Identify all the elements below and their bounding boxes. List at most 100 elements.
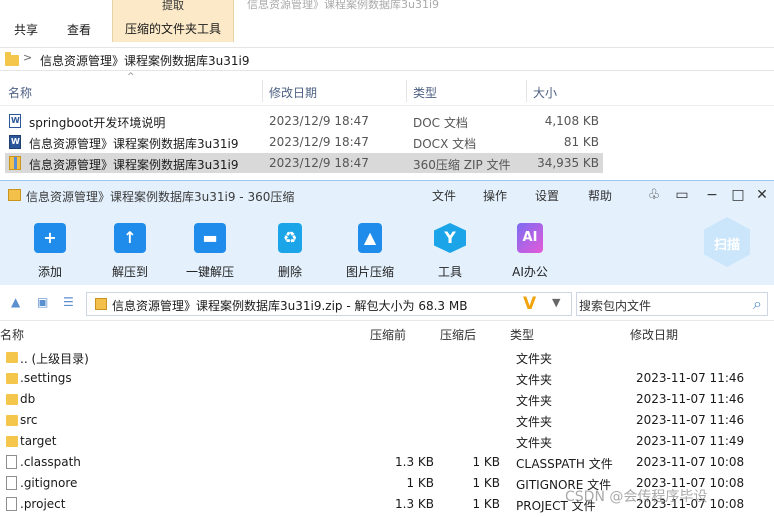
- col-modified[interactable]: 修改日期: [630, 326, 678, 343]
- item-modified: 2023-11-07 11:46: [636, 392, 745, 406]
- minimize-icon[interactable]: −: [703, 186, 721, 204]
- item-name: target: [20, 434, 57, 448]
- chevron-down-icon[interactable]: ▼: [552, 296, 560, 309]
- image-compress-button[interactable]: ▲ 图片压缩: [335, 215, 405, 281]
- extract-caption: 提取: [162, 0, 184, 12]
- tools-button[interactable]: Y 工具: [415, 215, 485, 281]
- skin-icon[interactable]: ♧: [645, 186, 663, 204]
- tools-label: 工具: [437, 265, 462, 279]
- item-type: 文件夹: [516, 415, 553, 429]
- zip-icon: [95, 298, 107, 310]
- file-type: 360压缩 ZIP 文件: [413, 158, 511, 172]
- explorer-ribbon: 共享 查看 提取 压缩的文件夹工具 信息资源管理》课程案例数据库3u31i9: [0, 0, 774, 42]
- file-name: 信息资源管理》课程案例数据库3u31i9: [29, 158, 239, 172]
- folder-row[interactable]: target 文件夹 2023-11-07 11:49: [0, 431, 774, 452]
- col-type[interactable]: 类型: [510, 326, 534, 343]
- zip-column-header: 名称 压缩前 压缩后 类型 修改日期: [0, 323, 774, 345]
- add-button[interactable]: + 添加: [15, 215, 85, 281]
- docx-icon: [9, 135, 21, 149]
- item-name: db: [20, 392, 36, 406]
- zip-window: 信息资源管理》课程案例数据库3u31i9 - 360压缩 文件 操作 设置 帮助…: [0, 180, 774, 517]
- maximize-icon[interactable]: □: [729, 186, 747, 204]
- menu-file[interactable]: 文件: [432, 187, 456, 204]
- col-modified[interactable]: 修改日期: [269, 84, 317, 101]
- close-icon[interactable]: ✕: [753, 186, 771, 204]
- extract-to-icon: ↑: [114, 223, 146, 253]
- col-size[interactable]: 大小: [533, 84, 557, 101]
- folder-row[interactable]: src 文件夹 2023-11-07 11:46: [0, 410, 774, 431]
- ai-office-button[interactable]: AI AI办公: [495, 215, 565, 281]
- add-icon: +: [34, 223, 66, 253]
- folder-row[interactable]: .settings 文件夹 2023-11-07 11:46: [0, 368, 774, 389]
- col-type[interactable]: 类型: [413, 84, 437, 101]
- col-uncompressed[interactable]: 压缩前: [370, 326, 406, 343]
- search-icon[interactable]: ⌕: [753, 294, 762, 314]
- scan-button[interactable]: 扫描: [704, 217, 750, 267]
- item-compressed-size: 1 KB: [472, 455, 500, 469]
- file-type: DOCX 文档: [413, 137, 477, 151]
- file-row[interactable]: springboot开发环境说明 2023/12/9 18:47 DOC 文档 …: [5, 111, 603, 131]
- breadcrumb[interactable]: 信息资源管理》课程案例数据库3u31i9: [40, 52, 249, 69]
- column-divider[interactable]: [526, 80, 527, 102]
- item-name: .project: [20, 497, 66, 511]
- col-compressed[interactable]: 压缩后: [440, 326, 476, 343]
- one-click-extract-button[interactable]: ▬ 一键解压: [175, 215, 245, 281]
- item-compressed-size: 1 KB: [472, 476, 500, 490]
- folder-icon: [6, 352, 18, 363]
- tab-compressed-folder-tools[interactable]: 提取 压缩的文件夹工具: [112, 0, 234, 42]
- delete-label: 删除: [277, 265, 302, 279]
- item-type: 文件夹: [516, 394, 553, 408]
- column-divider[interactable]: [406, 80, 407, 102]
- zip-window-title: 信息资源管理》课程案例数据库3u31i9 - 360压缩: [26, 190, 295, 204]
- doc-icon: [9, 114, 21, 128]
- zip-path-text: 信息资源管理》课程案例数据库3u31i9.zip - 解包大小为 68.3 MB: [112, 299, 468, 313]
- explorer-column-header: ^ 名称 修改日期 类型 大小: [0, 72, 774, 106]
- folder-row[interactable]: db 文件夹 2023-11-07 11:46: [0, 389, 774, 410]
- search-placeholder: 搜索包内文件: [579, 299, 652, 313]
- tab-share[interactable]: 共享: [14, 20, 38, 40]
- file-row[interactable]: .classpath 1.3 KB 1 KB CLASSPATH 文件 2023-11-…: [0, 452, 774, 473]
- col-name[interactable]: 名称: [8, 84, 32, 101]
- view-list-icon[interactable]: ☰: [63, 295, 74, 309]
- menu-operate[interactable]: 操作: [483, 187, 507, 204]
- menu-settings[interactable]: 设置: [535, 187, 559, 204]
- item-type: CLASSPATH 文件: [516, 457, 613, 471]
- file-size: 4,108 KB: [544, 114, 599, 128]
- feedback-icon[interactable]: ▭: [673, 186, 691, 204]
- tab-view[interactable]: 查看: [67, 20, 91, 40]
- delete-button[interactable]: ♻ 删除: [255, 215, 325, 281]
- address-bar[interactable]: > 信息资源管理》课程案例数据库3u31i9: [0, 47, 774, 71]
- folder-icon: [5, 52, 19, 66]
- scan-label: 扫描: [713, 238, 740, 253]
- add-label: 添加: [37, 265, 62, 279]
- file-icon: [6, 455, 17, 469]
- item-name: src: [20, 413, 38, 427]
- folder-row[interactable]: .. (上级目录) 文件夹: [0, 347, 774, 368]
- file-size: 81 KB: [563, 135, 599, 149]
- window-title-hint: 信息资源管理》课程案例数据库3u31i9: [247, 0, 440, 11]
- up-arrow-icon[interactable]: ▲: [11, 295, 20, 309]
- file-row[interactable]: 信息资源管理》课程案例数据库3u31i9 2023/12/9 18:47 DOC…: [5, 132, 603, 152]
- folder-icon: [6, 436, 18, 447]
- view-thumbnail-icon[interactable]: ▣: [37, 295, 48, 309]
- tools-icon: Y: [434, 223, 466, 253]
- search-input[interactable]: 搜索包内文件 ⌕: [576, 292, 768, 316]
- item-modified: 2023-11-07 11:46: [636, 371, 745, 385]
- extract-to-button[interactable]: ↑ 解压到: [95, 215, 165, 281]
- column-divider[interactable]: [262, 80, 263, 102]
- file-size: 34,935 KB: [537, 156, 599, 170]
- item-type: 文件夹: [516, 352, 553, 366]
- zip-path-field[interactable]: 信息资源管理》课程案例数据库3u31i9.zip - 解包大小为 68.3 MB…: [86, 292, 572, 316]
- file-name: 信息资源管理》课程案例数据库3u31i9: [29, 137, 239, 151]
- one-click-extract-label: 一键解压: [185, 265, 234, 279]
- verified-v-icon[interactable]: V: [523, 294, 536, 314]
- menu-help[interactable]: 帮助: [588, 187, 612, 204]
- col-name[interactable]: 名称: [0, 326, 24, 343]
- chevron-right-icon[interactable]: >: [23, 51, 32, 64]
- delete-icon: ♻: [278, 223, 302, 253]
- zip-toolbar: + 添加 ↑ 解压到 ▬ 一键解压 ♻ 删除 ▲ 图片压缩 Y 工具 AI AI…: [0, 209, 774, 285]
- extract-to-label: 解压到: [111, 265, 148, 279]
- file-row-selected[interactable]: 信息资源管理》课程案例数据库3u31i9 2023/12/9 18:47 360…: [5, 153, 603, 173]
- zip-titlebar[interactable]: 信息资源管理》课程案例数据库3u31i9 - 360压缩 文件 操作 设置 帮助…: [0, 181, 774, 209]
- watermark: CSDN @会传程序毕设: [565, 489, 708, 505]
